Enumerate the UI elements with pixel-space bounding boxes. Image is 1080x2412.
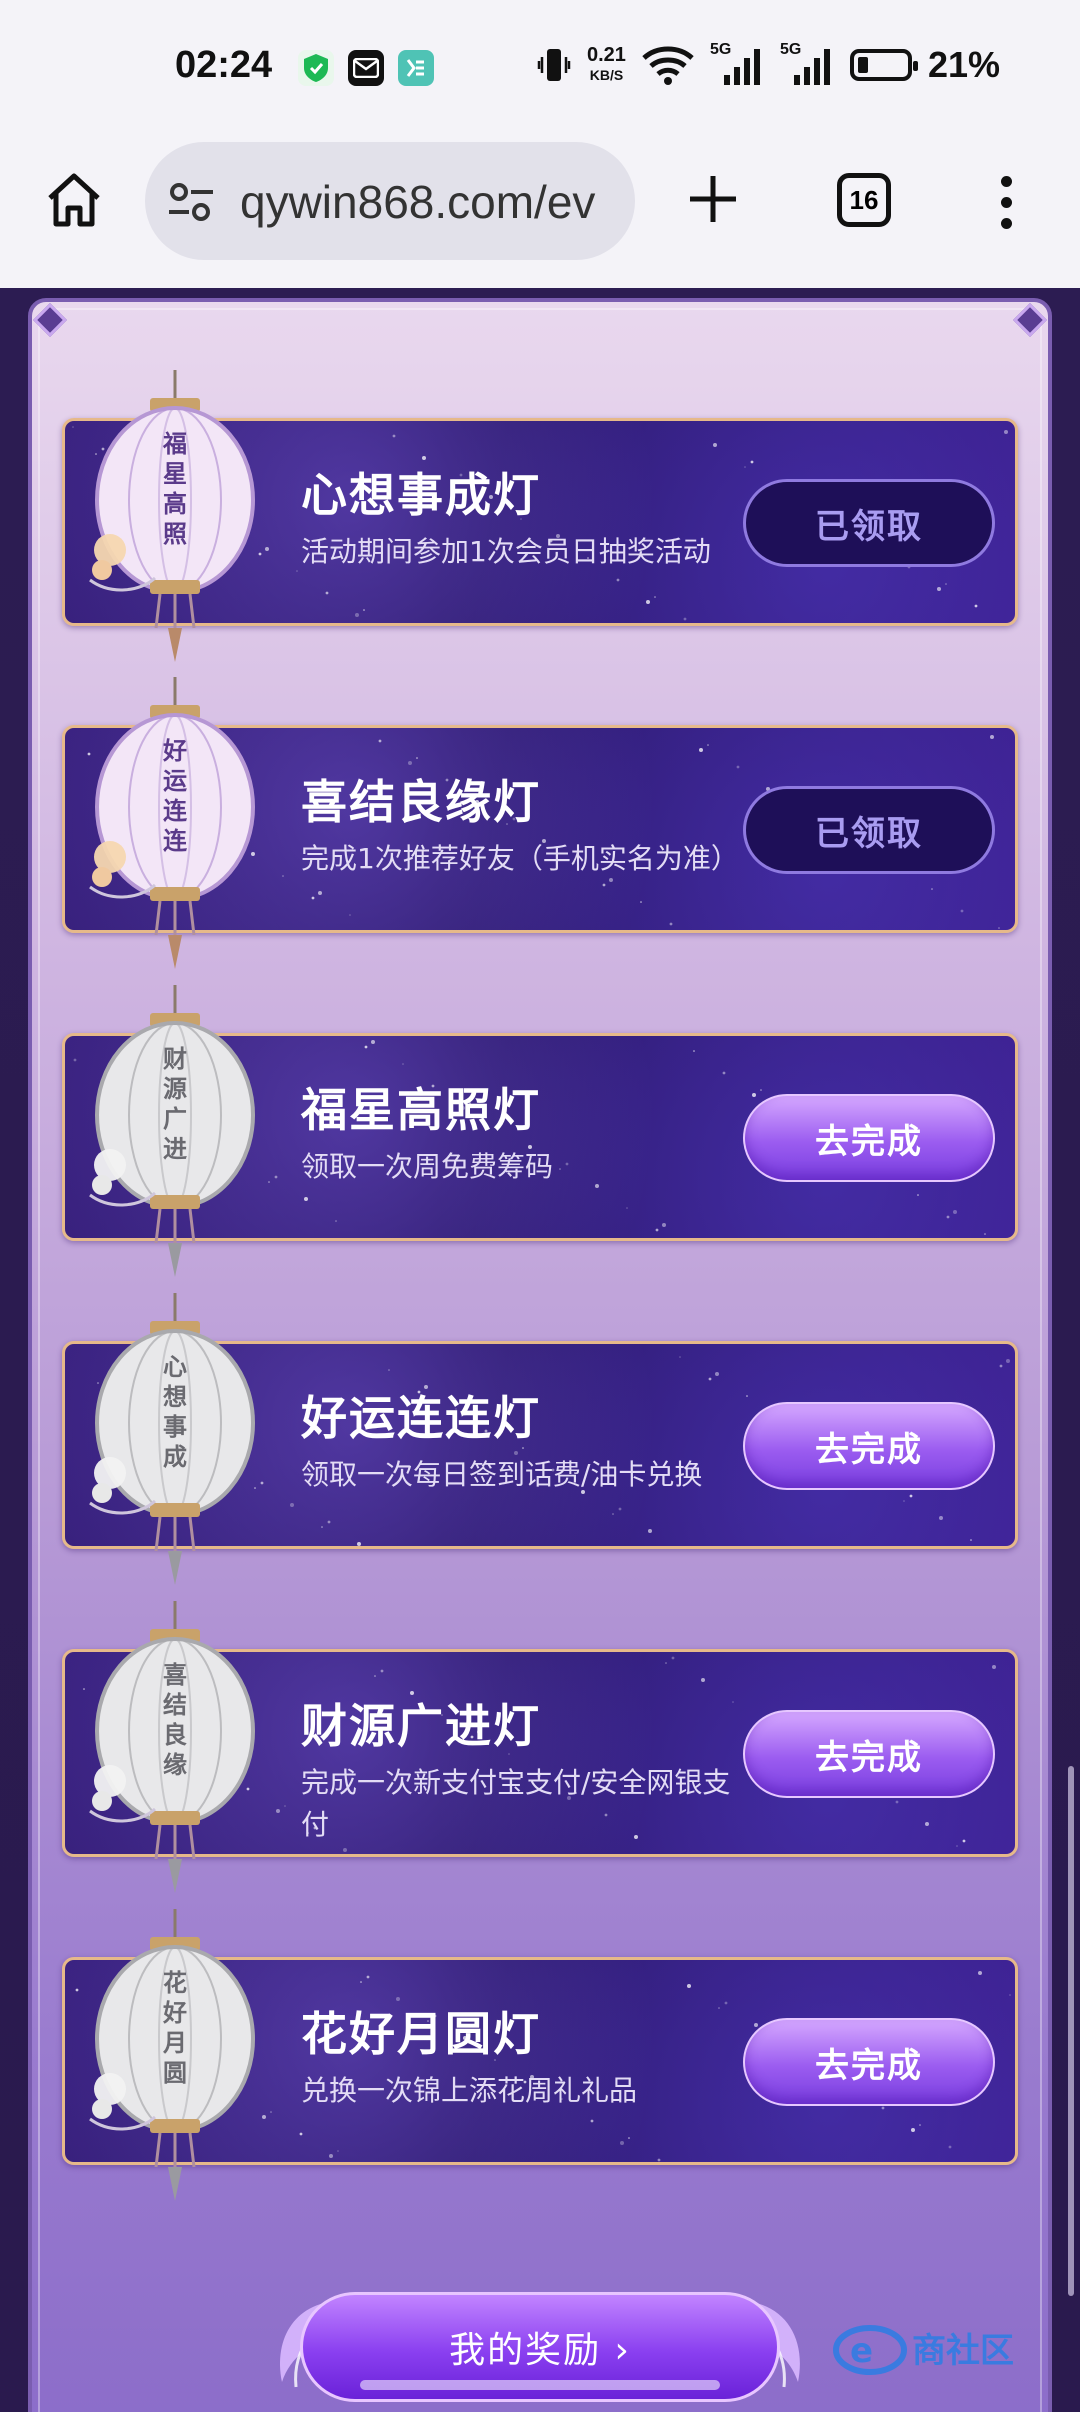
signal-2: 5G bbox=[780, 41, 834, 85]
task-description: 活动期间参加1次会员日抽奖活动 bbox=[301, 535, 711, 568]
svg-text:福: 福 bbox=[162, 429, 187, 458]
notification-icons bbox=[298, 50, 434, 86]
scrollbar[interactable] bbox=[1068, 1766, 1074, 2296]
home-icon[interactable] bbox=[44, 170, 104, 230]
go-complete-button[interactable]: 去完成 bbox=[743, 1094, 995, 1182]
go-complete-button[interactable]: 去完成 bbox=[743, 1710, 995, 1798]
svg-text:星: 星 bbox=[163, 459, 187, 488]
site-settings-icon[interactable] bbox=[167, 180, 215, 224]
svg-text:进: 进 bbox=[163, 1134, 187, 1163]
address-bar[interactable]: qywin868.com/ev bbox=[145, 142, 635, 260]
battery-percent: 21% bbox=[927, 44, 1000, 85]
status-right: 0.21 KB/S 5G 5G 21% bbox=[537, 41, 1000, 86]
task-description: 完成1次推荐好友（手机实名为准） bbox=[301, 842, 739, 875]
lantern-icon: 福星高照 bbox=[89, 370, 255, 662]
task-title: 好运连连灯 bbox=[301, 1391, 541, 1445]
svg-text:连: 连 bbox=[163, 796, 188, 825]
task-title: 福星高照灯 bbox=[301, 1083, 541, 1137]
corner-ornament bbox=[1013, 303, 1047, 337]
lantern-icon: 花好月圆 bbox=[89, 1909, 255, 2201]
task-description: 兑换一次锦上添花周礼礼品 bbox=[301, 2074, 638, 2107]
svg-text:连: 连 bbox=[163, 826, 188, 855]
task-description: 领取一次每日签到话费/油卡兑换 bbox=[301, 1458, 703, 1491]
tab-switcher-button[interactable]: 16 bbox=[837, 173, 891, 227]
svg-text:照: 照 bbox=[163, 519, 187, 548]
claimed-button[interactable]: 已领取 bbox=[743, 479, 995, 567]
battery-icon bbox=[849, 49, 918, 81]
signal-bars-icon bbox=[793, 49, 830, 85]
signal-1: 5G bbox=[710, 41, 764, 85]
watermark-logo: e 商社区 bbox=[833, 2325, 1014, 2375]
lantern-icon: 心想事成 bbox=[89, 1293, 255, 1585]
wifi-icon bbox=[642, 46, 694, 85]
net-speed-value: 0.21 bbox=[587, 44, 626, 66]
shield-icon bbox=[298, 50, 334, 86]
corner-ornament bbox=[33, 303, 67, 337]
mail-icon bbox=[348, 50, 384, 86]
svg-text:财: 财 bbox=[163, 1044, 187, 1073]
lantern-icon: 财源广进 bbox=[89, 985, 255, 1277]
task-description: 领取一次周免费筹码 bbox=[301, 1150, 554, 1183]
svg-text:圆: 圆 bbox=[163, 2058, 187, 2087]
lantern-icon: 好运连连 bbox=[89, 677, 255, 969]
status-time: 02:24 bbox=[175, 44, 273, 86]
svg-text:广: 广 bbox=[163, 1104, 187, 1133]
browser-toolbar: qywin868.com/ev 16 bbox=[0, 130, 1080, 288]
svg-text:高: 高 bbox=[163, 489, 187, 518]
go-complete-button[interactable]: 去完成 bbox=[743, 2018, 995, 2106]
svg-text:月: 月 bbox=[162, 2028, 187, 2057]
task-title: 心想事成灯 bbox=[301, 468, 541, 522]
signal-bars-icon bbox=[723, 49, 760, 85]
svg-text:想: 想 bbox=[163, 1382, 187, 1411]
svg-text:喜: 喜 bbox=[163, 1660, 187, 1689]
svg-text:成: 成 bbox=[163, 1442, 187, 1471]
go-complete-button[interactable]: 去完成 bbox=[743, 1402, 995, 1490]
claimed-button[interactable]: 已领取 bbox=[743, 786, 995, 874]
svg-text:源: 源 bbox=[163, 1074, 187, 1103]
watermark-text: 商社区 bbox=[912, 2331, 1014, 2371]
svg-text:好: 好 bbox=[162, 736, 187, 765]
net-speed: 0.21 KB/S bbox=[587, 45, 626, 85]
svg-text:心: 心 bbox=[163, 1352, 187, 1381]
status-bar: 02:24 0.21 KB/S 5G 5G 21% bbox=[0, 0, 1080, 130]
event-page: 心想事成灯 活动期间参加1次会员日抽奖活动 已领取福星高照喜结良缘灯 完成1次推荐好友… bbox=[0, 288, 1080, 2412]
home-indicator[interactable] bbox=[360, 2380, 720, 2390]
net-speed-unit: KB/S bbox=[589, 67, 624, 83]
new-tab-icon[interactable] bbox=[686, 172, 740, 226]
app-notification-icon bbox=[398, 50, 434, 86]
svg-text:事: 事 bbox=[163, 1412, 187, 1441]
task-title: 花好月圆灯 bbox=[301, 2007, 541, 2061]
svg-text:缘: 缘 bbox=[163, 1750, 187, 1779]
task-description: 完成一次新支付宝支付/安全网银支付 bbox=[301, 1766, 731, 1841]
svg-text:运: 运 bbox=[163, 766, 187, 795]
lantern-icon: 喜结良缘 bbox=[89, 1601, 255, 1893]
task-title: 喜结良缘灯 bbox=[301, 775, 541, 829]
svg-text:良: 良 bbox=[163, 1720, 187, 1749]
svg-text:结: 结 bbox=[163, 1690, 187, 1719]
svg-text:花: 花 bbox=[163, 1968, 187, 1997]
more-menu-icon[interactable] bbox=[994, 176, 1018, 236]
url-text: qywin868.com/ev bbox=[240, 176, 596, 228]
svg-text:e: e bbox=[850, 2331, 873, 2371]
task-title: 财源广进灯 bbox=[301, 1699, 541, 1753]
svg-text:好: 好 bbox=[162, 1998, 187, 2027]
vibrate-icon bbox=[537, 49, 571, 81]
